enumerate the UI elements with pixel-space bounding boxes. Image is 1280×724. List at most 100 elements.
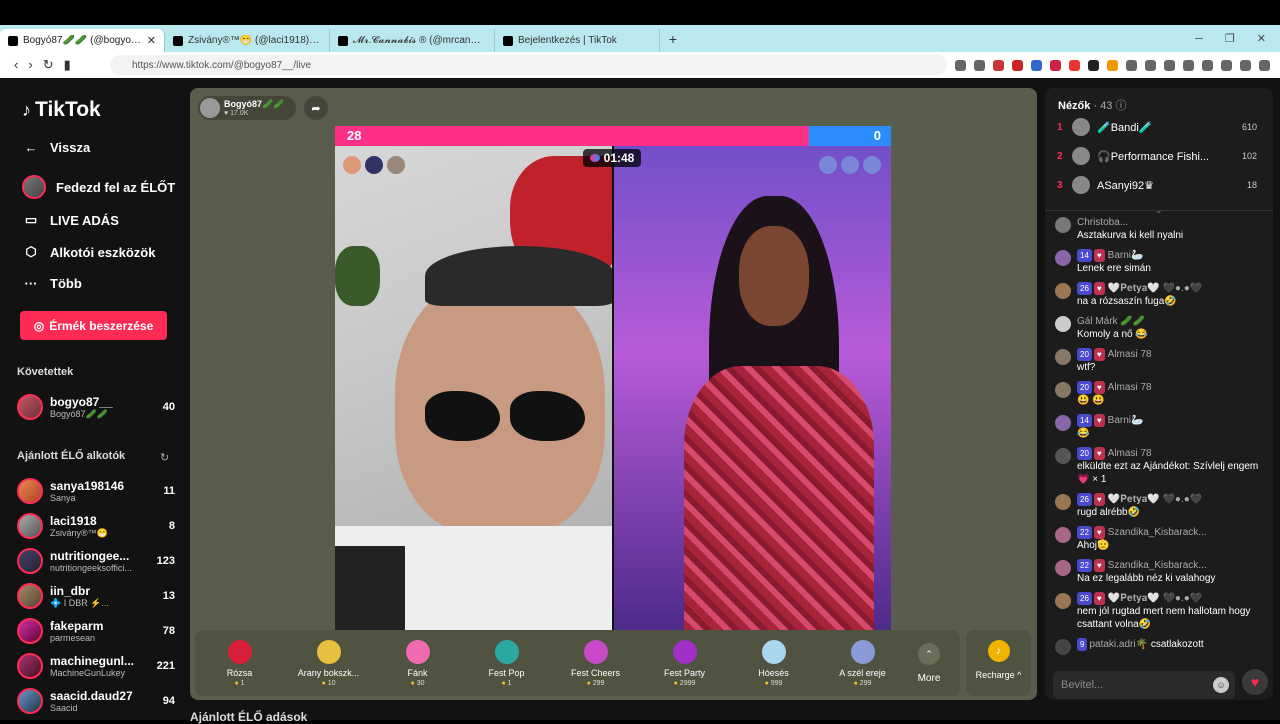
browser-tab[interactable]: 𝓜𝓻.𝓒𝓪𝓷𝓷𝓪𝓫𝓲𝓼 ® (@mrcannabis_	[330, 29, 495, 52]
share-icon[interactable]	[974, 59, 985, 71]
chat-list[interactable]: Christoba... Asztakurva ki kell nyalni 14…	[1055, 216, 1265, 662]
more-gifts-button[interactable]: ⌃ More	[907, 642, 951, 684]
wind-gift-icon	[850, 639, 875, 664]
shield-icon[interactable]	[1240, 59, 1251, 71]
account-name: fakeparm	[50, 619, 104, 633]
level-badge: 20	[1077, 348, 1092, 361]
recommended-account[interactable]: iin_dbr 💠 I DBR ⚡... 13	[17, 581, 175, 611]
empty-seat-icon	[863, 156, 881, 174]
shield-extension-icon[interactable]	[993, 59, 1004, 71]
explore-live-link[interactable]: Fedezd fel az ÉLŐT	[22, 175, 182, 199]
video-left-stream	[335, 126, 620, 630]
puzzle-icon[interactable]	[1126, 59, 1137, 71]
avatar	[1055, 593, 1071, 609]
browser-tab[interactable]: Zsivány®™😁 (@laci1918) ÉLŐ	[165, 29, 330, 52]
recommended-account[interactable]: machinegunl... MachineGunLukey 221	[17, 651, 175, 681]
back-link[interactable]: ← Vissza	[22, 140, 182, 155]
gift-item[interactable]: Fest Pop 1	[462, 639, 551, 687]
hls-extension-icon[interactable]	[1069, 59, 1080, 71]
gift-price: 1	[462, 680, 551, 687]
gift-item[interactable]: Hóesés 999	[729, 639, 818, 687]
url-input[interactable]: https://www.tiktok.com/@bogyo87__/live	[110, 55, 947, 75]
maximize-icon[interactable]: ❐	[1225, 32, 1235, 45]
get-coins-button[interactable]: ◎ Érmék beszerzése	[20, 311, 167, 340]
account-name: saacid.daud27	[50, 689, 133, 703]
top-viewer-row[interactable]: 1 🧪Bandi🧪 610	[1057, 116, 1257, 138]
chat-message: 20 ♥ Almasi 78 😃 😃	[1055, 381, 1265, 407]
extension-icon[interactable]	[1050, 59, 1061, 71]
gift-item[interactable]: Fánk 30	[373, 639, 462, 687]
tiktok-logo[interactable]: ♪ TikTok	[22, 98, 101, 122]
triangle-extension-icon[interactable]	[1012, 59, 1023, 71]
zoom-icon[interactable]	[955, 59, 966, 71]
recharge-button[interactable]: ♪ Recharge ^	[966, 630, 1031, 696]
emoji-icon[interactable]: ☺	[1213, 677, 1229, 693]
close-tab-icon[interactable]: ✕	[147, 34, 156, 47]
avatar	[1055, 415, 1071, 431]
extension-icon[interactable]	[1088, 59, 1099, 71]
menu-label: Vissza	[50, 140, 91, 155]
more-link[interactable]: ··· Több	[22, 276, 182, 291]
coin-icon: ◎	[33, 318, 45, 333]
logo-text: TikTok	[35, 98, 101, 121]
viewers-label: Nézők	[1058, 100, 1091, 112]
recommended-account[interactable]: fakeparm parmesean 78	[17, 616, 175, 646]
gifter-avatar[interactable]	[343, 156, 361, 174]
chat-text: Lenek ere simán	[1077, 263, 1151, 274]
following-account[interactable]: bogyo87__ Bogyó87🥒🥒 40	[17, 392, 175, 422]
menu-icon[interactable]	[1259, 59, 1270, 71]
host-avatar	[200, 98, 220, 118]
back-arrow-icon[interactable]: ‹	[14, 57, 18, 73]
account-sub: 💠 I DBR ⚡...	[50, 597, 109, 608]
viewers-header[interactable]: Nézők · 43 ⓘ	[1058, 97, 1127, 113]
gift-item[interactable]: Rózsa 1	[195, 639, 284, 687]
new-tab-button[interactable]: +	[660, 31, 686, 47]
join-message: 9 pataki.adri🌴 csatlakozott	[1055, 638, 1265, 655]
gift-item[interactable]: Fest Cheers 299	[551, 639, 640, 687]
sidebar-icon[interactable]	[1183, 59, 1194, 71]
heart-icon[interactable]: ♥	[1242, 669, 1268, 695]
chat-message: 22 ♥ Szandika_Kisbarack... Ahoj🫡	[1055, 526, 1265, 552]
avatar	[1072, 176, 1090, 194]
extension-icon[interactable]	[1145, 59, 1156, 71]
tiktok-app: ♪ TikTok ← Vissza Fedezd fel az ÉLŐT ▭ LIVE…	[0, 78, 1280, 724]
profile-icon[interactable]	[1221, 59, 1232, 71]
recommended-account[interactable]: saacid.daud27 Saacid 94	[17, 686, 175, 716]
bookmark-icon[interactable]: ▮	[64, 57, 71, 73]
chat-user: Almasi 78	[1107, 349, 1152, 360]
live-studio-link[interactable]: ▭ LIVE ADÁS	[22, 212, 182, 228]
top-viewer-row[interactable]: 2 🎧Performance Fishi... 102	[1057, 145, 1257, 167]
info-icon[interactable]: ⓘ	[1116, 100, 1127, 112]
browser-tab-active[interactable]: Bogyó87🥒🥒 (@bogyo87_ ✕	[0, 29, 165, 52]
translate-icon[interactable]	[1031, 59, 1042, 71]
gift-item[interactable]: Arany bokszk... 10	[284, 639, 373, 687]
fest-cheers-gift-icon	[583, 639, 608, 664]
close-window-icon[interactable]: ✕	[1257, 32, 1266, 45]
refresh-icon[interactable]: ↻	[160, 451, 169, 464]
chevron-down-icon[interactable]: ⌄	[1155, 205, 1163, 216]
decor-shape	[335, 246, 380, 306]
recommended-account[interactable]: nutritiongee... nutritiongeeksoffici... 12…	[17, 546, 175, 576]
recommended-account[interactable]: sanya198146 Sanya 11	[17, 476, 175, 506]
gift-item[interactable]: Fest Party 2999	[640, 639, 729, 687]
recommended-account[interactable]: laci1918 Zsivány®™😁 8	[17, 511, 175, 541]
music-icon[interactable]	[1164, 59, 1175, 71]
chat-input[interactable]: Bevitel...	[1053, 671, 1235, 699]
share-button[interactable]: ➦	[304, 96, 328, 120]
gifter-avatar[interactable]	[387, 156, 405, 174]
browser-tab[interactable]: Bejelentkezés | TikTok	[495, 29, 660, 52]
creator-tools-link[interactable]: ⬡ Alkotói eszközök	[22, 244, 182, 260]
reload-icon[interactable]: ↻	[43, 57, 54, 73]
viewer-count: 13	[162, 590, 175, 602]
timer-text: 01:48	[603, 151, 635, 165]
gifter-avatar[interactable]	[365, 156, 383, 174]
top-viewer-row[interactable]: 3 ASanyi92♛ 18	[1057, 174, 1257, 196]
wallet-icon[interactable]	[1202, 59, 1213, 71]
live-video[interactable]: 28 0 01:48	[335, 126, 891, 630]
gift-item[interactable]: A szél ereje 299	[818, 639, 907, 687]
donut-gift-icon	[405, 639, 430, 664]
minimize-icon[interactable]: ─	[1195, 33, 1203, 45]
forward-arrow-icon[interactable]: ›	[28, 57, 32, 73]
extension-icon[interactable]	[1107, 59, 1118, 71]
host-chip[interactable]: Bogyó87🥒🥒 ♥ 17.0K	[198, 96, 296, 120]
